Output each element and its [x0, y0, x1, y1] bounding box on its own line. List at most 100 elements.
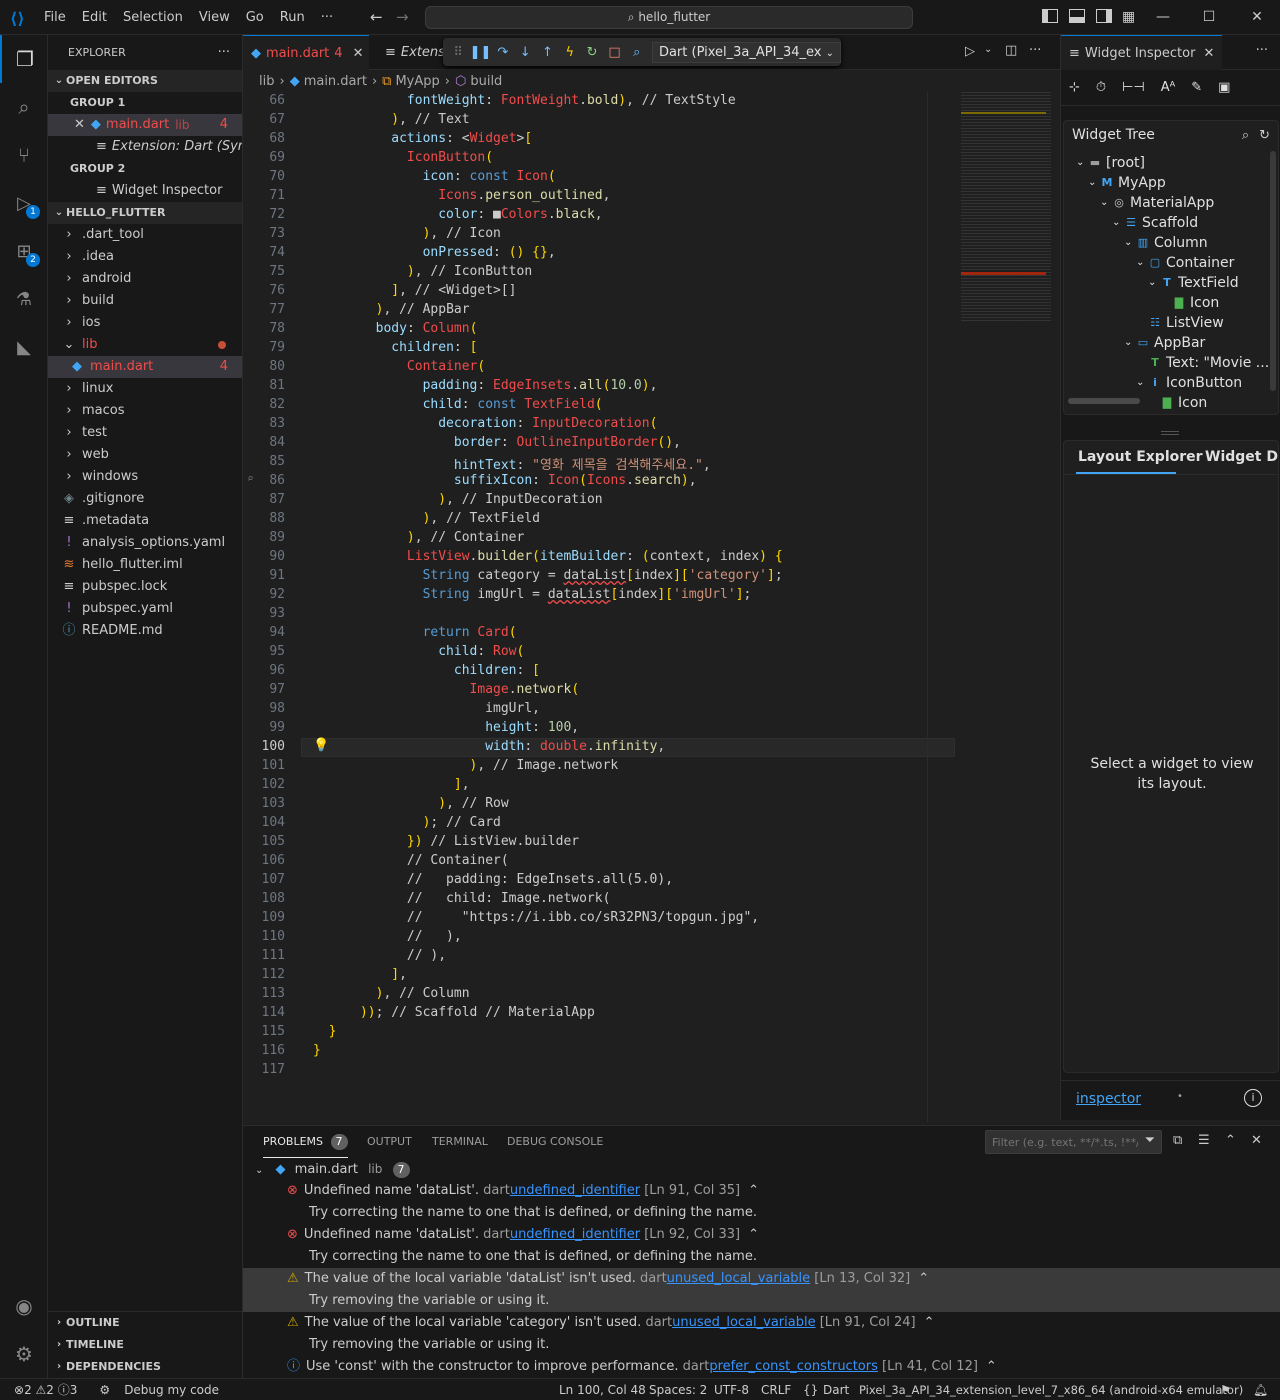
toggle-panel-icon[interactable]	[1069, 9, 1085, 23]
code-line[interactable]: body: Column(	[313, 321, 478, 336]
code-line[interactable]: ],	[313, 777, 470, 792]
repaint-rainbow-icon[interactable]: ✎	[1191, 80, 1202, 95]
file-tree-item[interactable]: › .dart_tool	[48, 224, 242, 246]
menu-item[interactable]: Go	[238, 10, 272, 25]
problems-file-row[interactable]: ⌄ ◆ main.dart lib 7	[243, 1158, 1280, 1180]
code-line[interactable]: Container(	[313, 359, 485, 374]
code-line[interactable]: hintText: "영화 제목을 검색해주세요.",	[313, 454, 711, 473]
code-line[interactable]: ), // IconButton	[313, 264, 532, 279]
code-line[interactable]: ), // AppBar	[313, 302, 470, 317]
chevron-down-icon[interactable]: ⌄	[1100, 193, 1112, 213]
more-actions-icon[interactable]: ···	[1256, 43, 1268, 58]
code-line[interactable]: ], // <Widget>[]	[313, 283, 516, 298]
file-tree-item[interactable]: ◆ main.dart 4	[48, 356, 242, 378]
chevron-down-icon[interactable]: ⌄	[1136, 373, 1148, 393]
search-activity-icon[interactable]: ⌕	[0, 83, 48, 131]
code-line[interactable]: suffixIcon: Icon(Icons.search),	[313, 473, 697, 488]
problem-code-link[interactable]: undefined_identifier	[510, 1183, 640, 1198]
outline-header[interactable]: › OUTLINE	[48, 1312, 243, 1334]
code-line[interactable]: }	[313, 1043, 321, 1058]
widget-tree-node[interactable]: T Text: "Movie ...	[1064, 353, 1278, 373]
widget-tree-node[interactable]: ▇ Icon	[1064, 293, 1278, 313]
status-problems[interactable]: ⊗2 ⚠2 ⓘ3	[14, 1381, 77, 1398]
widget-tree-node[interactable]: ⌄ T TextField	[1064, 273, 1278, 293]
file-tree-item[interactable]: › ios	[48, 312, 242, 334]
code-line[interactable]: ); // Card	[313, 815, 501, 830]
feedback-icon[interactable]: ⚑	[1220, 1383, 1231, 1397]
view-as-tree-icon[interactable]: ☰	[1198, 1133, 1210, 1148]
tab-layout-explorer[interactable]: Layout Explorer	[1078, 449, 1203, 465]
tab-main-dart[interactable]: ◆ main.dart 4 ✕	[243, 35, 369, 70]
code-line[interactable]: )); // Scaffold // MaterialApp	[313, 1005, 595, 1020]
tab-output[interactable]: OUTPUT	[367, 1126, 412, 1158]
source-control-icon[interactable]: ⑂	[0, 131, 48, 179]
code-line[interactable]: // Container(	[313, 853, 509, 868]
problem-code-link[interactable]: unused_local_variable	[672, 1315, 815, 1330]
code-line[interactable]: ), // InputDecoration	[313, 492, 602, 507]
code-line[interactable]: onPressed: () {},	[313, 245, 556, 260]
code-line[interactable]: // ),	[313, 929, 462, 944]
code-line[interactable]: }	[313, 1024, 337, 1039]
run-icon[interactable]: ▷	[965, 44, 975, 59]
chevron-up-icon[interactable]: ⌃	[748, 1227, 759, 1242]
code-line[interactable]: decoration: InputDecoration(	[313, 416, 657, 431]
step-over-icon[interactable]: ↷	[492, 45, 514, 60]
baseline-icon[interactable]: ⊢⊣	[1122, 80, 1145, 95]
notifications-bell-icon[interactable]: 🔔︎	[1253, 1383, 1268, 1397]
widget-tree-node[interactable]: ☷ ListView	[1064, 313, 1278, 333]
code-line[interactable]: }) // ListView.builder	[313, 834, 579, 849]
project-header[interactable]: ⌄ HELLO_FLUTTER	[48, 202, 242, 224]
refresh-icon[interactable]: ↻	[1259, 128, 1270, 143]
code-line[interactable]: actions: <Widget>[	[313, 131, 532, 146]
file-tree-item[interactable]: › web	[48, 444, 242, 466]
status-language[interactable]: Dart	[823, 1383, 849, 1397]
text-scale-icon[interactable]: Aᴬ	[1161, 80, 1176, 95]
forward-arrow-icon[interactable]: →	[396, 8, 409, 26]
file-tree-item[interactable]: ! analysis_options.yaml	[48, 532, 242, 554]
code-line[interactable]: Image.network(	[313, 682, 580, 697]
code-line[interactable]: return Card(	[313, 625, 517, 640]
problem-item[interactable]: ⓘ Use 'const' with the constructor to imp…	[243, 1356, 1280, 1378]
back-arrow-icon[interactable]: ←	[370, 8, 383, 26]
code-line[interactable]: color: ■Colors.black,	[313, 207, 602, 222]
tree-horizontal-scrollbar[interactable]	[1068, 398, 1140, 404]
code-line[interactable]: Icons.person_outlined,	[313, 188, 610, 203]
close-editor-icon[interactable]: ✕	[74, 114, 85, 136]
code-line[interactable]: ), // Text	[313, 112, 469, 127]
tab-debug-console[interactable]: DEBUG CONSOLE	[507, 1126, 603, 1158]
split-editor-icon[interactable]: ◫	[1005, 43, 1017, 58]
step-out-icon[interactable]: ↑	[536, 45, 558, 60]
tab-problems[interactable]: PROBLEMS 7	[263, 1126, 348, 1158]
close-window-button[interactable]: ✕	[1234, 0, 1280, 35]
toggle-secondary-sidebar-icon[interactable]	[1096, 9, 1112, 23]
dependencies-header[interactable]: › DEPENDENCIES	[48, 1356, 243, 1378]
performance-overlay-icon[interactable]: ⏱	[1096, 80, 1106, 95]
code-line[interactable]: imgUrl,	[313, 701, 540, 716]
menu-item[interactable]: Run	[272, 10, 313, 25]
more-actions-icon[interactable]: ···	[218, 45, 230, 60]
status-spaces[interactable]: Spaces: 2	[649, 1383, 707, 1397]
file-tree-item[interactable]: › linux	[48, 378, 242, 400]
chevron-up-icon[interactable]: ⌃	[918, 1271, 929, 1286]
menu-item[interactable]: Selection	[115, 10, 191, 25]
file-tree-item[interactable]: ≡ .metadata	[48, 510, 242, 532]
file-tree-item[interactable]: › test	[48, 422, 242, 444]
file-tree-item[interactable]: › macos	[48, 400, 242, 422]
file-tree-item[interactable]: ⓘ README.md	[48, 620, 242, 642]
problem-code-link[interactable]: unused_local_variable	[667, 1271, 810, 1286]
menu-item[interactable]: ···	[313, 10, 341, 25]
problem-code-link[interactable]: undefined_identifier	[510, 1227, 640, 1242]
chevron-up-icon[interactable]: ⌃	[924, 1315, 935, 1330]
code-line[interactable]: ), // Icon	[313, 226, 501, 241]
code-line[interactable]: padding: EdgeInsets.all(10.0),	[313, 378, 658, 393]
editor-more-actions-icon[interactable]: ···	[1029, 43, 1041, 58]
hot-reload-icon[interactable]: ϟ	[559, 45, 581, 60]
code-line[interactable]: // child: Image.network(	[313, 891, 611, 906]
extensions-icon[interactable]: ⊞ 2	[0, 227, 48, 275]
timeline-header[interactable]: › TIMELINE	[48, 1334, 243, 1356]
widget-tree-node[interactable]: ⌄ ▥ Column	[1064, 233, 1278, 253]
tab-terminal[interactable]: TERMINAL	[432, 1126, 488, 1158]
chevron-down-icon[interactable]: ⌄	[1088, 173, 1100, 193]
manage-gear-icon[interactable]: ⚙	[0, 1330, 48, 1378]
restart-icon[interactable]: ↻	[581, 45, 603, 60]
